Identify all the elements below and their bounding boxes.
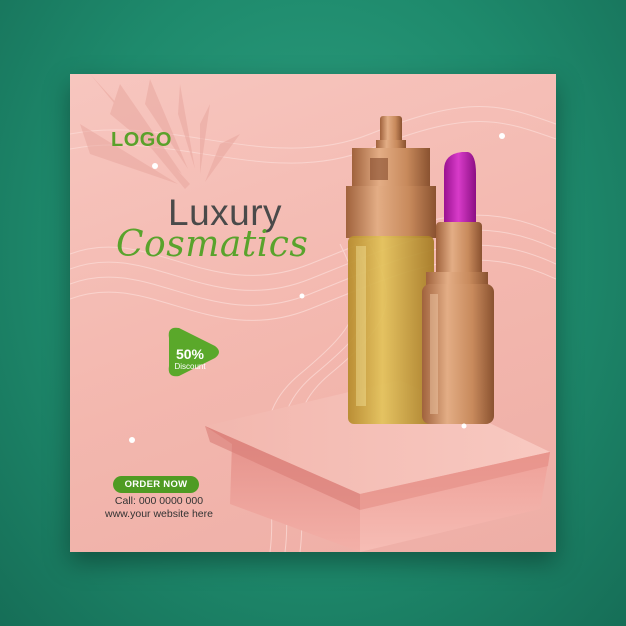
cosmetics-ad-card: LOGO Luxury Cosmatics 50% Discount ORDER… (70, 74, 556, 552)
contact-phone: Call: 000 0000 000 (114, 495, 204, 507)
contact-info: Call: 000 0000 000 www.your website here (104, 495, 214, 521)
order-now-button[interactable]: ORDER NOW (113, 476, 199, 493)
contact-website[interactable]: www.your website here (104, 508, 214, 521)
